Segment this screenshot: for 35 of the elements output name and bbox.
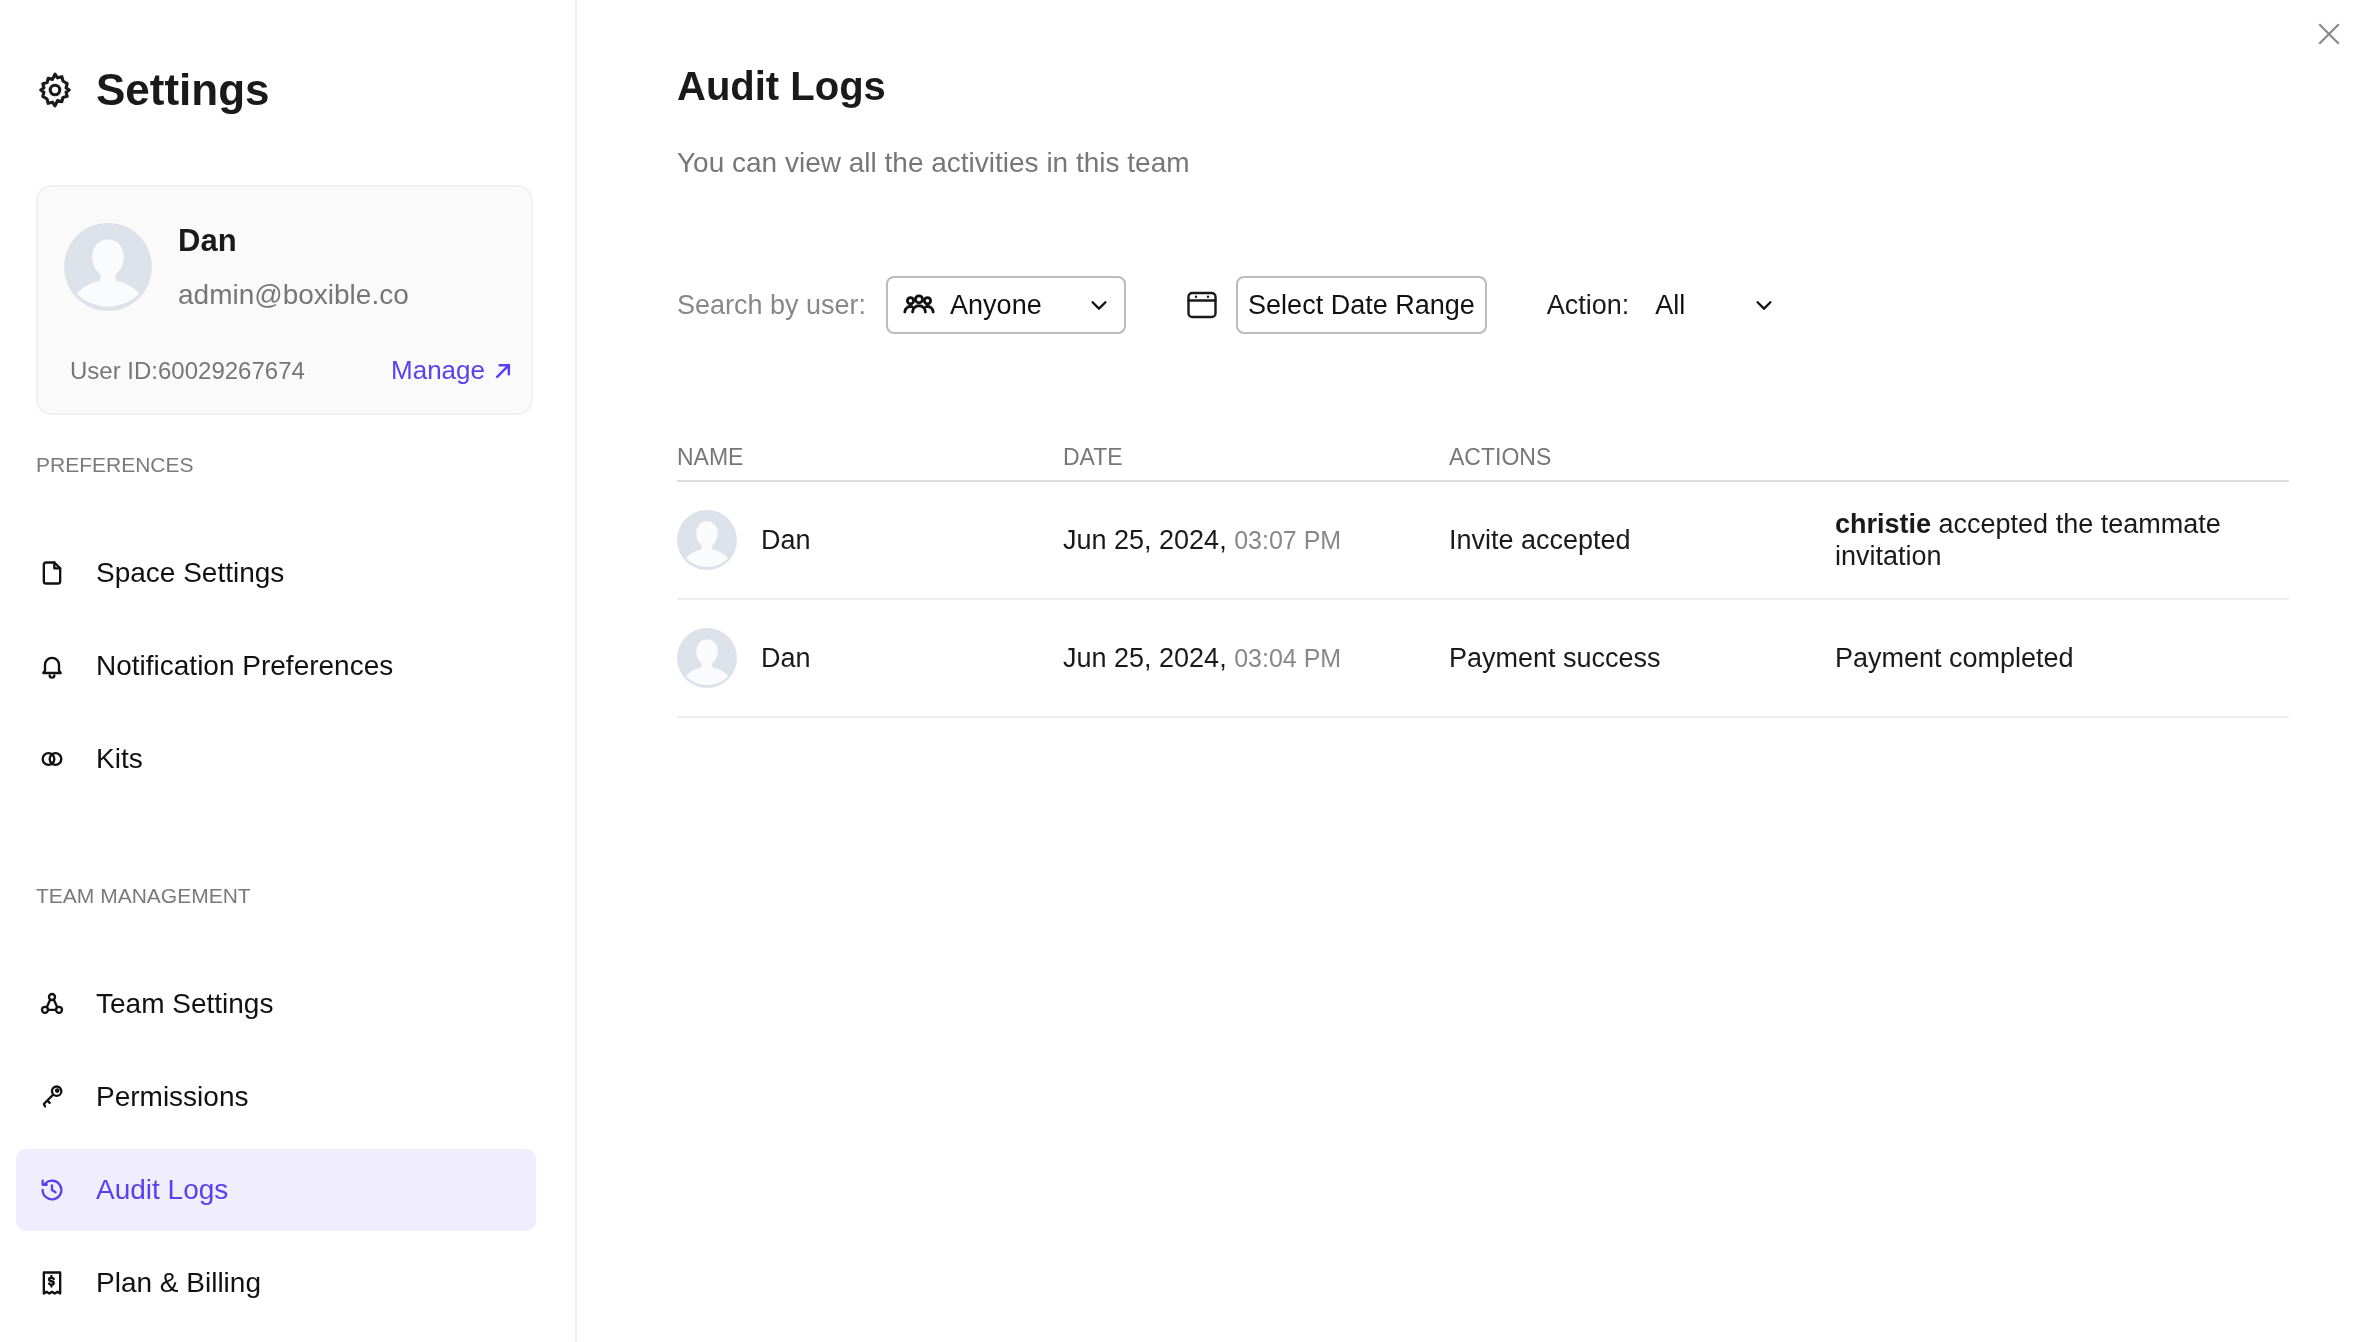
column-header: DATE [1063, 442, 1124, 472]
user-id: User ID:60029267674 [70, 355, 305, 386]
section-heading: TEAM MANAGEMENT [36, 884, 252, 908]
gear-icon [36, 71, 74, 109]
column-header: ACTIONS [1449, 442, 1553, 472]
manage-link[interactable]: Manage [391, 351, 513, 390]
filter-label: Search by user: [677, 288, 867, 322]
sidebar-item[interactable]: Notification Preferences [16, 625, 536, 707]
filter-label: Action: [1546, 288, 1630, 322]
date-cell: Jun 25, 2024, 03:04 PM [1063, 642, 1342, 673]
avatar-silhouette [677, 628, 737, 688]
user-name-cell-text: Dan [761, 641, 811, 675]
sidebar-item[interactable]: Permissions [16, 1056, 536, 1138]
page-title: Audit Logs [677, 63, 887, 110]
page-subtitle: You can view all the activities in this team [677, 146, 1191, 180]
detail-cell-text: Payment completed [1835, 641, 2075, 675]
action-cell: Invite accepted [1449, 524, 1631, 555]
user-email: admin@boxible.co [178, 278, 409, 312]
action-cell: Payment success [1449, 642, 1661, 673]
avatar-silhouette [677, 510, 737, 570]
section-heading: PREFERENCES [36, 453, 195, 477]
user-name-cell-text: Dan [761, 523, 811, 557]
sidebar-item[interactable]: Plan & Billing [16, 1242, 536, 1324]
sidebar-item[interactable]: Audit Logs [16, 1149, 536, 1231]
column-header: NAME [677, 442, 745, 472]
sidebar-item[interactable]: Team Settings [16, 963, 536, 1045]
action-dropdown[interactable]: All [1655, 284, 1776, 326]
user-name: Dan [178, 223, 238, 259]
sidebar-item[interactable]: Space Settings [16, 532, 536, 614]
user-dropdown[interactable]: Anyone [886, 276, 1127, 334]
date-range-button[interactable]: Select Date Range [1236, 276, 1487, 334]
settings-title: Settings [96, 64, 270, 116]
sidebar-item[interactable]: Kits [16, 718, 536, 800]
date-cell: Jun 25, 2024, 03:07 PM [1063, 524, 1342, 555]
detail-cell-text: christie accepted the teammate invitation [1835, 507, 2222, 573]
